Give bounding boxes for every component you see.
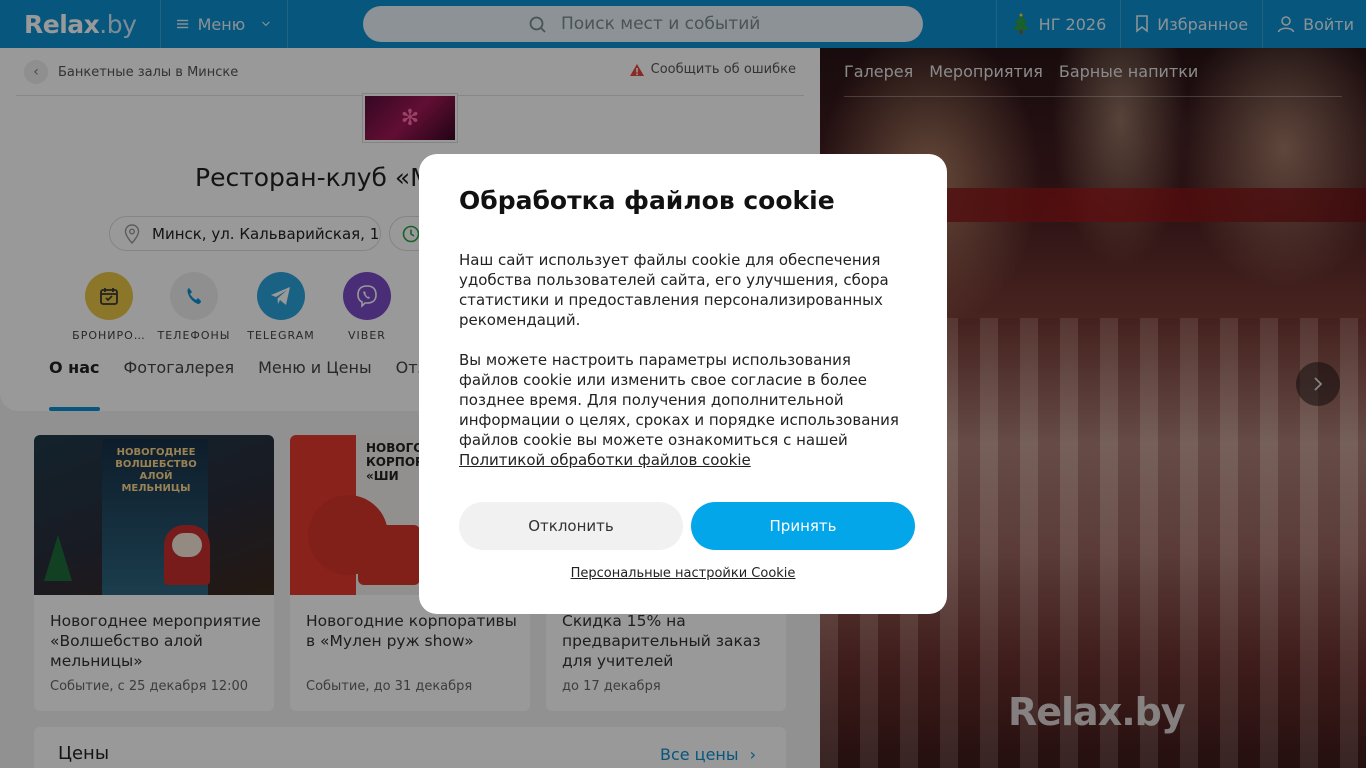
cookie-dialog: Обработка файлов cookie Наш сайт использ… bbox=[419, 154, 947, 614]
cookie-paragraph-1: Наш сайт использует файлы cookie для обе… bbox=[459, 251, 889, 329]
cookie-dialog-title: Обработка файлов cookie bbox=[459, 186, 835, 215]
cookie-paragraph-2-text: Вы можете настроить параметры использова… bbox=[459, 351, 899, 449]
decline-button[interactable]: Отклонить bbox=[459, 502, 683, 550]
cookie-paragraph-2: Вы можете настроить параметры использова… bbox=[459, 350, 911, 470]
accept-button[interactable]: Принять bbox=[691, 502, 915, 550]
cookie-policy-link[interactable]: Политикой обработки файлов cookie bbox=[459, 451, 751, 469]
personal-cookie-settings-link[interactable]: Персональные настройки Cookie bbox=[419, 566, 947, 581]
